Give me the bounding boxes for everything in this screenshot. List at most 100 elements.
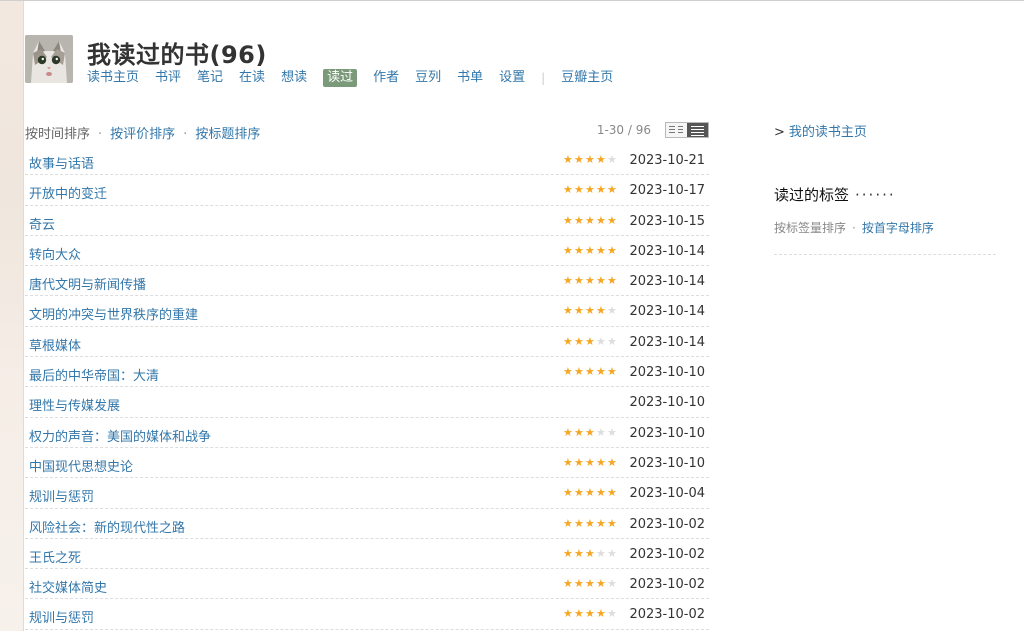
table-row: 规训与惩罚 ★ ★ ★ ★ ★ 2023-10-02 [25, 599, 709, 630]
table-row: 故事与话语 ★ ★ ★ ★ ★ 2023-10-21 [25, 145, 709, 176]
read-date: 2023-10-02 [629, 607, 705, 623]
arrow-right-icon: > [774, 125, 785, 140]
book-title-link[interactable]: 中国现代思想史论 [29, 456, 133, 475]
read-date: 2023-10-14 [629, 334, 705, 350]
nav-read[interactable]: 读过 [323, 69, 358, 87]
star-icon: ★ [585, 607, 595, 621]
title-dots: ······ [855, 186, 896, 204]
star-icon: ★ [563, 365, 573, 379]
divider [774, 254, 996, 255]
tags-sort-bar: 按标签量排序 · 按首字母排序 [774, 219, 996, 236]
star-icon: ★ [574, 304, 584, 318]
star-icon: ★ [585, 365, 595, 379]
star-icon: ★ [563, 274, 573, 288]
read-date: 2023-10-17 [629, 183, 705, 199]
star-icon: ★ [607, 365, 617, 379]
sort-by-tag-count: 按标签量排序 [774, 221, 847, 235]
nav-doulists[interactable]: 豆列 [415, 69, 441, 87]
grid-view-icon[interactable] [666, 123, 687, 137]
my-reading-home-link[interactable]: > 我的读书主页 [774, 125, 867, 140]
star-icon: ★ [563, 546, 573, 560]
rating-stars: ★ ★ ★ ★ ★ [563, 245, 618, 256]
star-icon: ★ [596, 486, 606, 500]
star-icon: ★ [596, 516, 606, 530]
nav-douban-home[interactable]: 豆瓣主页 [561, 69, 613, 87]
star-icon: ★ [607, 153, 617, 166]
nav-settings[interactable]: 设置 [499, 69, 525, 87]
star-icon: ★ [607, 183, 617, 197]
book-title-link[interactable]: 最后的中华帝国：大清 [29, 365, 159, 384]
book-title-link[interactable]: 唐代文明与新闻传播 [29, 274, 146, 293]
separator-dot: · [98, 127, 103, 142]
read-date: 2023-10-02 [629, 546, 705, 562]
table-row: 唐代文明与新闻传播 ★ ★ ★ ★ ★ 2023-10-14 [25, 266, 709, 297]
star-icon: ★ [607, 577, 617, 591]
sort-by-time-current: 按时间排序 [25, 127, 91, 142]
star-icon: ★ [574, 153, 584, 166]
star-icon: ★ [574, 365, 584, 379]
read-date: 2023-10-10 [629, 425, 705, 441]
rating-stars: ★ ★ ★ ★ ★ [563, 154, 618, 165]
sort-by-title-link[interactable]: 按标题排序 [195, 127, 260, 142]
star-icon: ★ [596, 607, 606, 621]
star-icon: ★ [596, 153, 606, 166]
star-icon: ★ [596, 213, 606, 227]
read-date: 2023-10-10 [629, 365, 705, 381]
nav-wish[interactable]: 想读 [281, 69, 307, 87]
read-date: 2023-10-02 [629, 516, 705, 532]
star-icon: ★ [563, 243, 573, 257]
sort-by-initial-link[interactable]: 按首字母排序 [862, 221, 934, 235]
book-title-link[interactable]: 权力的声音：美国的媒体和战争 [29, 426, 211, 445]
rating-stars: ★ ★ ★ ★ ★ [563, 336, 618, 347]
read-date: 2023-10-15 [629, 213, 705, 229]
table-row: 中国现代思想史论 ★ ★ ★ ★ ★ 2023-10-10 [25, 448, 709, 479]
book-title-link[interactable]: 草根媒体 [29, 335, 81, 354]
list-view-icon[interactable] [687, 123, 708, 137]
table-row: 权力的声音：美国的媒体和战争 ★ ★ ★ ★ ★ 2023-10-10 [25, 418, 709, 448]
table-row: 开放中的变迁 ★ ★ ★ ★ ★ 2023-10-17 [25, 175, 709, 206]
star-icon: ★ [607, 304, 617, 318]
star-icon: ★ [596, 334, 606, 348]
star-icon: ★ [585, 243, 595, 257]
book-title-link[interactable]: 文明的冲突与世界秩序的重建 [29, 304, 198, 323]
star-icon: ★ [574, 577, 584, 591]
nav-authors[interactable]: 作者 [373, 69, 399, 87]
book-title-link[interactable]: 风险社会：新的现代性之路 [29, 517, 185, 536]
star-icon: ★ [596, 425, 606, 439]
sort-by-rating-link[interactable]: 按评价排序 [110, 127, 175, 142]
read-tags-title: 读过的标签 ······ [774, 184, 996, 205]
book-title-link[interactable]: 开放中的变迁 [29, 183, 107, 202]
read-date: 2023-10-10 [629, 395, 705, 411]
star-icon: ★ [574, 243, 584, 257]
book-title-link[interactable]: 转向大众 [29, 244, 81, 263]
star-icon: ★ [563, 455, 573, 469]
avatar[interactable] [25, 35, 73, 83]
book-title-link[interactable]: 奇云 [29, 214, 55, 233]
book-title-link[interactable]: 规训与惩罚 [29, 486, 94, 505]
nav-reading[interactable]: 在读 [239, 69, 265, 87]
nav-booklists[interactable]: 书单 [457, 69, 483, 87]
nav-notes[interactable]: 笔记 [197, 69, 223, 87]
table-row: 奇云 ★ ★ ★ ★ ★ 2023-10-15 [25, 206, 709, 236]
rating-stars: ★ ★ ★ ★ ★ [563, 305, 618, 316]
read-date: 2023-10-21 [629, 153, 705, 168]
book-title-link[interactable]: 故事与话语 [29, 153, 94, 172]
star-icon: ★ [585, 153, 595, 166]
header: 我读过的书(96) 读书主页 书评 笔记 在读 想读 读过 作者 豆列 书单 设… [25, 35, 725, 89]
star-icon: ★ [585, 334, 595, 348]
nav-reading-home[interactable]: 读书主页 [87, 69, 139, 87]
star-icon: ★ [607, 243, 617, 257]
read-date: 2023-10-02 [629, 577, 705, 593]
book-title-link[interactable]: 理性与传媒发展 [29, 395, 120, 414]
book-title-link[interactable]: 王氏之死 [29, 547, 81, 566]
star-icon: ★ [563, 213, 573, 227]
my-reading-home-label: 我的读书主页 [788, 125, 867, 140]
star-icon: ★ [574, 183, 584, 197]
rating-stars: ★ ★ ★ ★ ★ [563, 518, 618, 529]
nav-reviews[interactable]: 书评 [155, 69, 181, 87]
star-icon: ★ [563, 153, 573, 166]
book-title-link[interactable]: 规训与惩罚 [29, 607, 94, 626]
rating-stars: ★ ★ ★ ★ ★ [563, 184, 618, 195]
star-icon: ★ [574, 546, 584, 560]
book-title-link[interactable]: 社交媒体简史 [29, 577, 107, 596]
